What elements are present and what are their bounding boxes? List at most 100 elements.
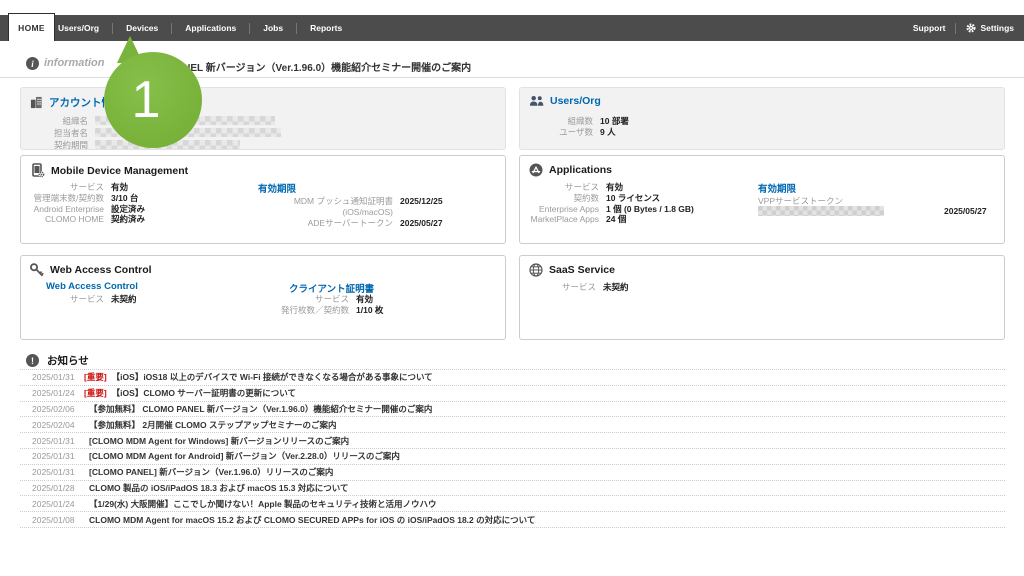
mdm-devices-label: 管理端末数/契約数 <box>33 192 104 203</box>
mdm-android-label: Android Enterprise <box>33 203 104 214</box>
news-row: 2025/01/24 【1/29(水) 大阪開催】ここでしか聞けない！Apple … <box>20 496 1005 513</box>
apps-marketplace-label: MarketPlace Apps <box>530 214 599 225</box>
news-date: 2025/01/31 <box>32 451 75 462</box>
news-row: 2025/01/31 [CLOMO MDM Agent for Windows] … <box>20 433 1005 449</box>
wac-service-label: サービス <box>69 294 104 304</box>
news-link[interactable]: 【参加無料】 2月開催 CLOMO ステップアップセミナーのご案内 <box>89 419 336 431</box>
cert-issued-label: 発行枚数／契約数 <box>280 304 349 315</box>
news-tag: [重要] <box>84 372 107 383</box>
org-count-value: 10 部署 <box>600 116 629 126</box>
account-org-label: 組織名 <box>62 116 88 126</box>
cert-issued-value: 1/10 枚 <box>356 304 384 315</box>
news-link[interactable]: 【1/29(水) 大阪開催】ここでしか聞けない！Apple 製品のセキュリティ技… <box>89 498 437 510</box>
news-link[interactable]: [CLOMO MDM Agent for Android] 新バージョン（Ver… <box>89 450 400 462</box>
news-date: 2025/01/08 <box>32 514 75 525</box>
tab-home-label: HOME <box>18 22 45 33</box>
redacted-vpp-token <box>758 206 884 216</box>
news-date: 2025/01/24 <box>32 388 75 399</box>
news-row: 2025/01/24 [重要] 【iOS】CLOMO サーバー証明書の更新について <box>20 386 1005 402</box>
mdm-card-title: Mobile Device Management <box>51 164 189 177</box>
news-list: 2025/01/31 [重要] 【iOS】iOS18 以上のデバイスで Wi-Fi … <box>20 369 1005 528</box>
mdm-android-value: 設定済み <box>111 203 146 214</box>
news-row: 2025/02/06 【参加無料】 CLOMO PANEL 新バージョン（Ver.… <box>20 402 1005 418</box>
users-org-card: Users/Org 組織数 10 部署 ユーザ数 9 人 <box>519 87 1005 150</box>
apps-service-label: サービス <box>564 182 599 192</box>
news-section-header: ! お知らせ <box>26 353 89 368</box>
nav-devices[interactable]: Devices <box>113 23 171 33</box>
users-org-link[interactable]: Users/Org <box>550 95 601 107</box>
mdm-ade-token-label: ADEサーバートークン <box>307 217 393 228</box>
nav-settings[interactable]: Settings <box>966 23 1014 33</box>
news-row: 2025/02/04 【参加無料】 2月開催 CLOMO ステップアップセミナーの… <box>20 417 1005 434</box>
mdm-card: Mobile Device Management サービス 有効 管理端末数/契約… <box>20 155 506 244</box>
news-link[interactable]: [CLOMO PANEL] 新バージョン（Ver.1.96.0）リリースのご案内 <box>89 466 333 478</box>
globe-icon <box>529 263 543 277</box>
mdm-push-cert-label: MDM プッシュ通知証明書 (iOS/macOS) <box>293 196 393 217</box>
account-card: アカウント情報 組織名 担当者名 契約期間 <box>20 87 506 150</box>
info-icon: i <box>26 57 39 70</box>
nav-applications[interactable]: Applications <box>172 23 249 33</box>
nav-jobs[interactable]: Jobs <box>250 23 296 33</box>
news-tag: [重要] <box>84 388 107 399</box>
news-link[interactable]: 【iOS】iOS18 以上のデバイスで Wi-Fi 接続ができなくなる場合がある… <box>112 371 433 383</box>
news-date: 2025/01/31 <box>32 372 75 383</box>
mdm-expiry-link[interactable]: 有効期限 <box>258 181 296 195</box>
top-nav-bar: HOME Users/Org Devices Applications Jobs… <box>0 13 1024 41</box>
annotation-step-number: 1 <box>131 71 161 129</box>
account-contact-label: 担当者名 <box>53 127 88 138</box>
news-date: 2025/01/31 <box>32 467 75 478</box>
gear-icon <box>966 23 976 33</box>
utility-menu: Support Settings <box>913 15 1014 41</box>
news-row: 2025/01/08 CLOMO MDM Agent for macOS 15.2… <box>20 512 1005 528</box>
main-menu: Users/Org Devices Applications Jobs Repo… <box>58 15 355 41</box>
cert-service-label: サービス <box>314 294 349 304</box>
news-link[interactable]: CLOMO 製品の iOS/iPadOS 18.3 および macOS 15.3… <box>89 482 349 494</box>
news-link[interactable]: [CLOMO MDM Agent for Windows] 新バージョンリリース… <box>89 435 349 447</box>
saas-card: SaaS Service サービス 未契約 <box>519 255 1005 340</box>
apps-enterprise-value: 1 個 (0 Bytes / 1.8 GB) <box>606 203 694 214</box>
nav-users-org[interactable]: Users/Org <box>58 23 112 33</box>
account-period-label: 契約期間 <box>53 139 88 150</box>
tab-home[interactable]: HOME <box>8 13 55 41</box>
mdm-service-value: 有効 <box>111 182 129 192</box>
apps-expiry-link[interactable]: 有効期限 <box>758 181 796 195</box>
wac-link[interactable]: Web Access Control <box>46 281 138 292</box>
settings-label: Settings <box>980 23 1014 33</box>
apps-enterprise-label: Enterprise Apps <box>538 203 599 214</box>
client-cert-link[interactable]: クライアント証明書 <box>289 281 374 295</box>
wac-card: Web Access Control Web Access Control サー… <box>20 255 506 340</box>
information-label: information <box>44 57 105 69</box>
news-row: 2025/01/31 [CLOMO PANEL] 新バージョン（Ver.1.96.… <box>20 465 1005 481</box>
news-date: 2025/01/28 <box>32 482 75 493</box>
applications-card: Applications サービス 有効 契約数 10 ライセンス Enterpri… <box>519 155 1005 244</box>
news-row: 2025/01/31 [重要] 【iOS】iOS18 以上のデバイスで Wi-Fi … <box>20 370 1005 386</box>
news-date: 2025/02/06 <box>32 403 75 414</box>
news-row: 2025/01/31 [CLOMO MDM Agent for Android] … <box>20 449 1005 465</box>
saas-card-title: SaaS Service <box>549 264 615 276</box>
appstore-icon <box>529 163 543 177</box>
users-icon <box>529 95 544 106</box>
annotation-step-marker: 1 <box>104 52 202 148</box>
user-count-value: 9 人 <box>600 126 616 137</box>
nav-reports[interactable]: Reports <box>297 23 355 33</box>
nav-support[interactable]: Support <box>913 23 946 33</box>
menu-divider <box>955 22 957 34</box>
org-count-label: 組織数 <box>567 116 593 126</box>
mdm-service-label: サービス <box>69 182 104 192</box>
news-link[interactable]: 【iOS】CLOMO サーバー証明書の更新について <box>112 387 296 399</box>
alert-icon: ! <box>26 354 39 367</box>
news-date: 2025/02/04 <box>32 419 75 430</box>
apps-service-value: 有効 <box>606 182 624 192</box>
wac-card-title: Web Access Control <box>50 264 152 276</box>
news-date: 2025/01/24 <box>32 498 75 509</box>
mdm-push-cert-date: 2025/12/25 <box>400 196 443 206</box>
news-link[interactable]: 【参加無料】 CLOMO PANEL 新バージョン（Ver.1.96.0）機能紹… <box>89 403 432 415</box>
device-gear-icon <box>32 163 45 178</box>
cert-service-value: 有効 <box>356 294 374 304</box>
news-link[interactable]: CLOMO MDM Agent for macOS 15.2 および CLOMO… <box>89 514 535 526</box>
mdm-devices-value: 3/10 台 <box>111 192 139 203</box>
apps-license-label: 契約数 <box>573 192 599 203</box>
applications-card-title: Applications <box>549 164 613 176</box>
mdm-ade-token-date: 2025/05/27 <box>400 217 443 228</box>
saas-service-value: 未契約 <box>603 282 629 292</box>
